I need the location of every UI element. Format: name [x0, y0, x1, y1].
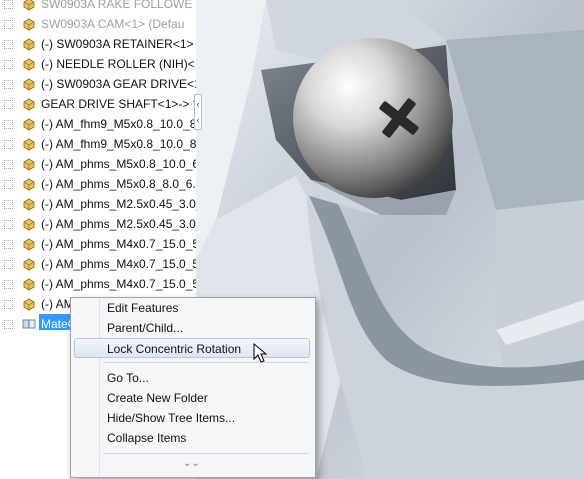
tree-item-label: SW0903A RAKE FOLLOWE: [41, 0, 193, 11]
tree-item[interactable]: (-) AM_phms_M2.5x0.45_3.0_: [0, 194, 196, 214]
menu-separator: [103, 453, 309, 454]
tree-item[interactable]: (-) AM_fhm9_M5x0.8_10.0_8.(: [0, 114, 196, 134]
part-icon: [22, 157, 36, 171]
tree-item-label: (-) AM_phms_M2.5x0.45_3.0_: [41, 217, 196, 231]
expand-toggle-icon[interactable]: [4, 120, 13, 129]
expand-toggle-icon[interactable]: [4, 240, 13, 249]
tree-item-label: (-) AM_phms_M5x0.8_8.0_6.0: [41, 177, 196, 191]
expand-toggle-icon[interactable]: [4, 100, 13, 109]
part-icon: [22, 57, 36, 71]
expand-toggle-icon[interactable]: [4, 60, 13, 69]
context-menu: Edit Features Parent/Child... Lock Conce…: [70, 297, 316, 478]
tree-item[interactable]: SW0903A CAM<1> (Defau: [0, 14, 196, 34]
menu-item-label: Hide/Show Tree Items...: [107, 411, 236, 425]
tree-item-label: (-) SW0903A RETAINER<1> (I: [41, 37, 196, 51]
menu-item-collapse-items[interactable]: Collapse Items: [74, 428, 310, 448]
expand-toggle-icon[interactable]: [4, 180, 13, 189]
part-icon: [22, 137, 36, 151]
part-icon: [22, 177, 36, 191]
expand-toggle-icon[interactable]: [4, 320, 13, 329]
solidworks-window: SW0903A RAKE FOLLOWE SW0903A CAM<1> (Defa…: [0, 0, 584, 479]
tree-item[interactable]: (-) AM_phms_M4x0.7_15.0_5.: [0, 254, 196, 274]
panel-splitter-handle[interactable]: ‹ ‹: [194, 94, 202, 130]
tree-item-label: (-) AM_phms_M4x0.7_15.0_5.: [41, 237, 196, 251]
tree-item-label: (-) AM_fhm9_M5x0.8_10.0_8.(: [41, 117, 196, 131]
mate-group-icon: [22, 317, 36, 330]
tree-item[interactable]: (-) AM_phms_M5x0.8_10.0_6.0: [0, 154, 196, 174]
tree-item-label: (-) AM_phms_M4x0.7_15.0_5.: [41, 277, 196, 291]
menu-item-edit-features[interactable]: Edit Features: [74, 298, 310, 318]
part-icon: [22, 0, 36, 11]
tree-item-label: (-) AM_phms_M5x0.8_10.0_6.0: [41, 157, 196, 171]
tree-item[interactable]: (-) NEEDLE ROLLER (NIH)<1>: [0, 54, 196, 74]
menu-item-parent-child[interactable]: Parent/Child...: [74, 318, 310, 338]
tree-item[interactable]: (-) SW0903A RETAINER<1> (I: [0, 34, 196, 54]
menu-item-hide-show-tree-items[interactable]: Hide/Show Tree Items...: [74, 408, 310, 428]
feature-manager-tree: SW0903A RAKE FOLLOWE SW0903A CAM<1> (Defa…: [0, 0, 196, 330]
expand-toggle-icon[interactable]: [4, 220, 13, 229]
expand-toggle-icon[interactable]: [4, 80, 13, 89]
tree-item[interactable]: (-) SW0903A GEAR DRIVE<1>: [0, 74, 196, 94]
menu-item-go-to[interactable]: Go To...: [74, 368, 310, 388]
tree-item[interactable]: SW0903A RAKE FOLLOWE: [0, 0, 196, 14]
menu-item-create-new-folder[interactable]: Create New Folder: [74, 388, 310, 408]
tree-item-label: (-) AM_phms_M2.5x0.45_3.0_: [41, 197, 196, 211]
tree-item[interactable]: (-) AM_phms_M2.5x0.45_3.0_: [0, 214, 196, 234]
tree-item[interactable]: (-) AM_phms_M4x0.7_15.0_5.: [0, 234, 196, 254]
part-icon: [22, 237, 36, 251]
tree-item[interactable]: GEAR DRIVE SHAFT<1>-> * (: [0, 94, 196, 114]
mouse-pointer-icon: [253, 343, 268, 363]
expand-menu-chevron-icon[interactable]: ⌄⌄: [183, 458, 200, 469]
tree-item-label: (-) AM_fhm9_M5x0.8_10.0_8.(: [41, 137, 196, 151]
expand-toggle-icon[interactable]: [4, 40, 13, 49]
menu-item-lock-concentric-rotation[interactable]: Lock Concentric Rotation: [74, 338, 310, 358]
menu-item-label: Collapse Items: [107, 431, 187, 445]
expand-toggle-icon[interactable]: [4, 200, 13, 209]
tree-item[interactable]: (-) AM_phms_M4x0.7_15.0_5.: [0, 274, 196, 294]
collapse-arrow-icon: ‹: [196, 99, 200, 109]
menu-item-label: Create New Folder: [107, 391, 208, 405]
expand-toggle-icon[interactable]: [4, 260, 13, 269]
collapse-arrow-icon: ‹: [196, 115, 200, 125]
part-icon: [22, 117, 36, 131]
part-icon: [22, 197, 36, 211]
tree-item-label: GEAR DRIVE SHAFT<1>-> * (: [41, 97, 196, 111]
tree-item[interactable]: (-) AM_phms_M5x0.8_8.0_6.0: [0, 174, 196, 194]
tree-item-label: (-) NEEDLE ROLLER (NIH)<1>: [41, 57, 196, 71]
menu-item-label: Go To...: [107, 371, 149, 385]
expand-toggle-icon[interactable]: [4, 160, 13, 169]
expand-toggle-icon[interactable]: [4, 0, 13, 9]
tree-item[interactable]: (-) AM_fhm9_M5x0.8_10.0_8.(: [0, 134, 196, 154]
expand-toggle-icon[interactable]: [4, 300, 13, 309]
tree-item-label: (-) SW0903A GEAR DRIVE<1>: [41, 77, 196, 91]
expand-toggle-icon[interactable]: [4, 20, 13, 29]
menu-item-label: Parent/Child...: [107, 321, 184, 335]
menu-separator: [103, 362, 309, 363]
part-icon: [22, 297, 36, 311]
part-icon: [22, 217, 36, 231]
menu-item-label: Edit Features: [107, 301, 179, 315]
part-icon: [22, 17, 36, 31]
tree-item-label: (-) AM_phms_M4x0.7_15.0_5.: [41, 257, 196, 271]
part-icon: [22, 97, 36, 111]
part-icon: [22, 37, 36, 51]
expand-toggle-icon[interactable]: [4, 280, 13, 289]
expand-toggle-icon[interactable]: [4, 140, 13, 149]
part-icon: [22, 77, 36, 91]
menu-item-label: Lock Concentric Rotation: [107, 342, 242, 356]
part-icon: [22, 277, 36, 291]
tree-item-label: SW0903A CAM<1> (Defau: [41, 17, 185, 31]
part-icon: [22, 257, 36, 271]
